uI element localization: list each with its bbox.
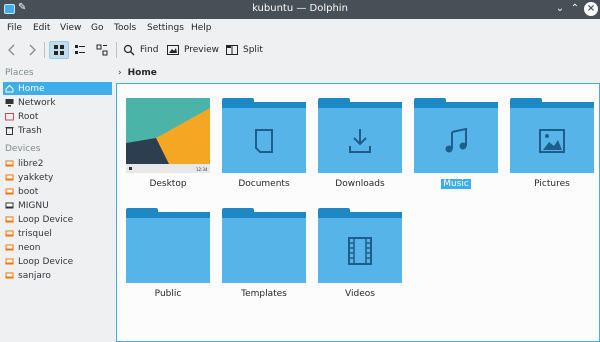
menu-settings[interactable]: Settings xyxy=(147,23,184,33)
menu-edit[interactable]: Edit xyxy=(33,23,50,33)
places-section-title: Places xyxy=(5,68,34,78)
file-item-documents[interactable]: Documents xyxy=(216,98,312,202)
drive-icon xyxy=(5,174,14,181)
sidebar-item-device[interactable]: boot xyxy=(3,185,112,198)
file-item-videos[interactable]: Videos xyxy=(312,208,408,312)
menu-go[interactable]: Go xyxy=(91,23,103,33)
places-panel: Places Home Network Root Trash Devices l… xyxy=(0,62,115,342)
download-icon xyxy=(349,129,371,153)
folder-icon xyxy=(222,208,306,283)
file-item-templates[interactable]: Templates xyxy=(216,208,312,312)
menu-bar: File Edit View Go Tools Settings Help xyxy=(0,19,600,38)
preview-label: Preview xyxy=(184,45,220,55)
item-label: Videos xyxy=(345,289,375,299)
forward-arrow-icon xyxy=(29,44,36,56)
folder-icon xyxy=(126,208,210,283)
item-label: Pictures xyxy=(534,179,570,189)
sidebar-item-device[interactable]: Loop Device xyxy=(3,213,112,226)
compact-view-icon xyxy=(75,45,85,54)
preview-icon xyxy=(167,45,179,55)
film-strip-icon xyxy=(348,237,372,265)
sidebar-item-trash[interactable]: Trash xyxy=(3,124,112,137)
drive-icon xyxy=(5,188,14,195)
folder-icon xyxy=(318,208,402,283)
chevron-right-icon[interactable]: › xyxy=(118,68,122,78)
minimize-button[interactable]: ⌄ xyxy=(553,2,567,16)
trash-icon xyxy=(5,127,14,135)
preview-button[interactable]: Preview xyxy=(166,41,219,59)
item-label: Public xyxy=(154,289,182,299)
item-label: Documents xyxy=(238,179,290,189)
maximize-button[interactable]: ⌃ xyxy=(568,2,582,16)
sidebar-item-device[interactable]: neon xyxy=(3,241,112,254)
network-icon xyxy=(5,99,14,107)
drive-icon xyxy=(5,216,14,223)
toolbar-separator xyxy=(44,42,45,58)
file-view[interactable]: 12:34 Desktop Documents Downloads Music xyxy=(116,83,600,342)
menu-tools[interactable]: Tools xyxy=(114,23,136,33)
drive-icon xyxy=(5,272,14,279)
drive-icon xyxy=(5,230,14,237)
desktop-thumbnail: 12:34 xyxy=(126,98,210,173)
file-item-public[interactable]: Public xyxy=(120,208,216,312)
drive-icon xyxy=(5,258,14,265)
breadcrumb: › Home xyxy=(118,65,157,80)
sidebar-item-network[interactable]: Network xyxy=(3,96,112,109)
folder-icon xyxy=(222,98,306,173)
sidebar-item-device[interactable]: MIGNU xyxy=(3,199,112,212)
details-view-button[interactable] xyxy=(95,41,109,59)
menu-view[interactable]: View xyxy=(60,23,81,33)
back-button[interactable] xyxy=(5,41,19,59)
document-icon xyxy=(255,129,273,153)
sidebar-item-device[interactable]: trisquel xyxy=(3,227,112,240)
window-title: kubuntu — Dolphin xyxy=(252,3,348,14)
find-label: Find xyxy=(140,45,159,55)
drive-icon xyxy=(5,160,14,167)
icons-view-button[interactable] xyxy=(49,41,69,59)
drive-icon xyxy=(5,202,14,209)
folder-icon xyxy=(510,98,594,173)
root-folder-icon xyxy=(5,113,14,121)
toolbar-separator xyxy=(116,42,117,58)
item-label: Templates xyxy=(241,289,287,299)
item-label: Music xyxy=(441,179,471,189)
drive-icon xyxy=(5,244,14,251)
details-view-icon xyxy=(96,44,108,56)
picture-icon xyxy=(539,129,565,153)
close-button[interactable]: × xyxy=(584,2,598,16)
search-icon xyxy=(123,44,135,56)
folder-icon xyxy=(414,98,498,173)
back-arrow-icon xyxy=(8,44,15,56)
sidebar-item-device[interactable]: sanjaro xyxy=(3,269,112,282)
split-button[interactable]: Split xyxy=(225,41,263,59)
sidebar-item-device[interactable]: yakkety xyxy=(3,171,112,184)
sidebar-item-root[interactable]: Root xyxy=(3,110,112,123)
file-item-pictures[interactable]: Pictures xyxy=(504,98,600,202)
menu-file[interactable]: File xyxy=(7,23,22,33)
desktop-thumb-clock: 12:34 xyxy=(196,167,208,172)
menu-help[interactable]: Help xyxy=(191,23,212,33)
item-label: Downloads xyxy=(335,179,385,189)
title-bar: ✎ kubuntu — Dolphin ⌄ ⌃ × xyxy=(0,0,600,19)
split-view-icon xyxy=(226,45,238,55)
music-note-icon xyxy=(445,127,467,153)
home-icon xyxy=(5,84,14,93)
file-item-music[interactable]: Music xyxy=(408,98,504,202)
compact-view-button[interactable] xyxy=(73,41,87,59)
devices-section-title: Devices xyxy=(5,144,41,154)
icons-view-icon xyxy=(54,45,64,55)
split-label: Split xyxy=(243,45,263,55)
toolbar: Find Preview Split xyxy=(0,38,600,62)
file-item-downloads[interactable]: Downloads xyxy=(312,98,408,202)
file-item-desktop[interactable]: 12:34 Desktop xyxy=(120,98,216,202)
folder-icon xyxy=(318,98,402,173)
sidebar-item-home[interactable]: Home xyxy=(3,82,112,95)
sidebar-item-device[interactable]: libre2 xyxy=(3,157,112,170)
forward-button[interactable] xyxy=(25,41,39,59)
find-button[interactable]: Find xyxy=(122,41,158,59)
sidebar-item-device[interactable]: Loop Device xyxy=(3,255,112,268)
item-label: Desktop xyxy=(149,179,187,189)
breadcrumb-home[interactable]: Home xyxy=(128,68,157,78)
